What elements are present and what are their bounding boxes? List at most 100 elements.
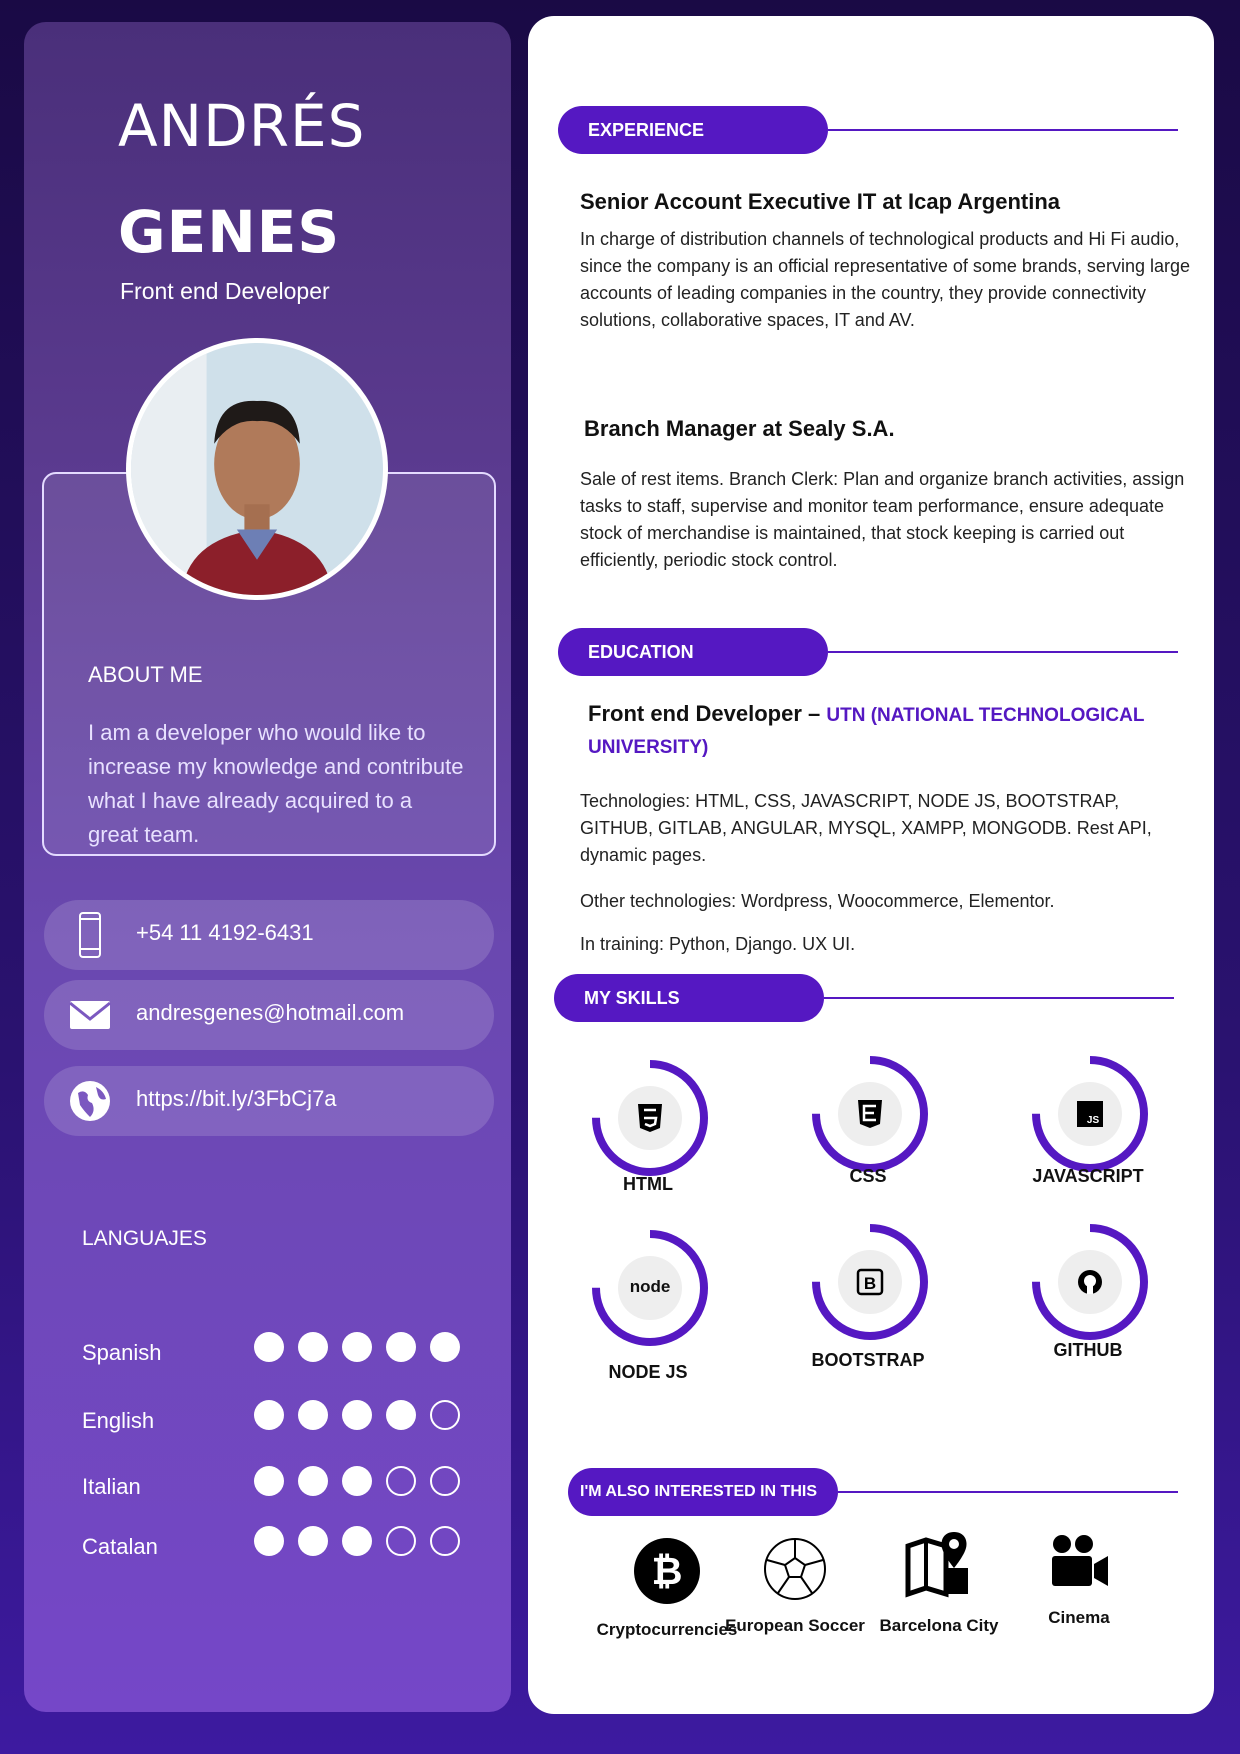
skill-item: HTML — [568, 1056, 728, 1226]
skill-gauge — [812, 1056, 928, 1172]
content-panel: EXPERIENCE Senior Account Executive IT a… — [528, 16, 1214, 1714]
svg-text:B: B — [864, 1274, 876, 1293]
interest-item: Barcelona City — [864, 1528, 1014, 1637]
bitcoin-icon: ₿ — [634, 1538, 700, 1604]
divider — [838, 1491, 1178, 1493]
website-url: https://bit.ly/3FbCj7a — [136, 1086, 337, 1111]
skill-item: CSS — [788, 1052, 948, 1222]
skill-label: JAVASCRIPT — [1032, 1166, 1144, 1186]
skill-label: BOOTSTRAP — [811, 1350, 925, 1370]
skill-label: NODE JS — [608, 1362, 688, 1382]
svg-text:JS: JS — [1087, 1115, 1100, 1126]
education-other: Other technologies: Wordpress, Woocommer… — [580, 891, 1055, 911]
phone-icon — [79, 912, 101, 958]
contact-phone[interactable]: +54 11 4192-6431 — [44, 900, 494, 970]
skill-label: GITHUB — [1053, 1340, 1123, 1360]
skill-gauge: node — [592, 1230, 708, 1346]
level-dot — [342, 1332, 372, 1362]
education-title: EDUCATION — [558, 628, 828, 676]
skills-title: MY SKILLS — [554, 974, 824, 1022]
language-name: Italian — [82, 1474, 141, 1499]
first-name: ANDRÉS — [118, 92, 366, 160]
job-role: Front end Developer — [120, 278, 330, 304]
map-pin-icon — [905, 1532, 968, 1598]
level-dot — [386, 1526, 416, 1556]
sidebar-panel: ANDRÉS GENES Front end Developer ABOUT M… — [24, 22, 511, 1712]
svg-text:₿: ₿ — [652, 1551, 683, 1593]
language-name: English — [82, 1408, 155, 1433]
level-dot — [254, 1526, 284, 1556]
level-dot — [430, 1466, 460, 1496]
skill-item: JS JAVASCRIPT — [1008, 1052, 1168, 1222]
education-training: In training: Python, Django. UX UI. — [580, 934, 856, 954]
interests-title: I'M ALSO INTERESTED IN THIS — [568, 1468, 838, 1516]
level-dot — [386, 1332, 416, 1362]
email-address: andresgenes@hotmail.com — [136, 1000, 405, 1025]
level-dot — [298, 1466, 328, 1496]
level-dot — [386, 1466, 416, 1496]
education-technologies: Technologies: HTML, CSS, JAVASCRIPT, NOD… — [580, 791, 1152, 865]
video-camera-icon — [1052, 1535, 1108, 1586]
skill-item: GITHUB — [1008, 1220, 1168, 1390]
nodejs-icon: node — [630, 1277, 671, 1296]
level-dot — [342, 1526, 372, 1556]
level-dot — [298, 1400, 328, 1430]
degree-name: Front end Developer – — [588, 701, 821, 726]
divider — [828, 129, 1178, 131]
language-row: Catalan — [82, 1526, 482, 1566]
level-dot — [430, 1526, 460, 1556]
skill-gauge: JS — [1032, 1056, 1148, 1172]
job-title: Branch Manager at Sealy S.A. — [584, 416, 895, 441]
language-row: English — [82, 1400, 482, 1440]
skill-item: node NODE JS — [568, 1226, 728, 1396]
about-title: ABOUT ME — [88, 662, 203, 687]
divider — [824, 997, 1174, 999]
skill-item: B BOOTSTRAP — [788, 1220, 948, 1390]
language-name: Catalan — [82, 1534, 158, 1559]
job-description: In charge of distribution channels of te… — [580, 229, 1190, 330]
education-degree: Front end Developer – UTN (NATIONAL TECH… — [588, 699, 1188, 763]
level-dot — [386, 1400, 416, 1430]
svg-text:node: node — [630, 1277, 671, 1296]
interest-label: Cinema — [1048, 1608, 1110, 1627]
interest-item: Cinema — [1004, 1530, 1154, 1629]
skill-gauge: B — [812, 1224, 928, 1340]
language-level — [254, 1526, 474, 1561]
language-row: Spanish — [82, 1332, 482, 1372]
level-dot — [254, 1400, 284, 1430]
language-name: Spanish — [82, 1340, 162, 1365]
level-dot — [254, 1332, 284, 1362]
skill-gauge — [592, 1060, 708, 1176]
html5-icon — [638, 1104, 662, 1132]
phone-number: +54 11 4192-6431 — [136, 920, 314, 945]
interest-label: European Soccer — [725, 1616, 865, 1635]
contact-email[interactable]: andresgenes@hotmail.com — [44, 980, 494, 1050]
javascript-icon: JS — [1077, 1101, 1103, 1127]
level-dot — [298, 1332, 328, 1362]
soccer-ball-icon — [764, 1538, 826, 1600]
level-dot — [430, 1400, 460, 1430]
language-level — [254, 1400, 474, 1435]
languages-title: LANGUAJES — [82, 1227, 207, 1250]
css3-icon — [858, 1100, 882, 1128]
language-level — [254, 1332, 474, 1367]
interest-item: European Soccer — [720, 1536, 870, 1637]
level-dot — [254, 1466, 284, 1496]
language-row: Italian — [82, 1466, 482, 1506]
language-level — [254, 1466, 474, 1501]
skill-label: HTML — [623, 1174, 673, 1194]
level-dot — [342, 1400, 372, 1430]
interest-label: Barcelona City — [879, 1616, 999, 1635]
level-dot — [298, 1526, 328, 1556]
contact-website[interactable]: https://bit.ly/3FbCj7a — [44, 1066, 494, 1136]
divider — [828, 651, 1178, 653]
skill-gauge — [1032, 1224, 1148, 1340]
skill-label: CSS — [849, 1166, 887, 1186]
last-name: GENES — [118, 198, 341, 266]
job-description: Sale of rest items. Branch Clerk: Plan a… — [580, 469, 1185, 570]
mail-icon — [69, 1001, 111, 1029]
globe-icon — [70, 1081, 110, 1121]
profile-photo — [126, 338, 388, 600]
job-title: Senior Account Executive IT at Icap Arge… — [580, 189, 1061, 214]
about-text: I am a developer who would like to incre… — [88, 720, 464, 847]
